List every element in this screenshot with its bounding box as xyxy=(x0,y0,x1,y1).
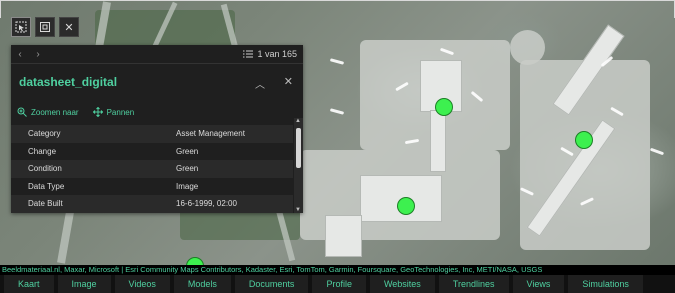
feature-popup: ‹ › 1 van 165 datasheet_digital ︿ ✕ Zoom… xyxy=(11,45,303,213)
close-icon[interactable]: ✕ xyxy=(59,17,79,37)
table-row: Category Asset Management xyxy=(11,125,293,143)
attribute-table: Category Asset Management Change Green Con… xyxy=(11,125,293,213)
tab-kaart[interactable]: Kaart xyxy=(4,275,54,293)
zoom-to-label: Zoomen naar xyxy=(31,107,79,117)
tab-profile[interactable]: Profile xyxy=(312,275,366,293)
zoom-to-button[interactable]: Zoomen naar xyxy=(17,107,79,117)
tab-videos[interactable]: Videos xyxy=(114,275,170,293)
tab-trendlines[interactable]: Trendlines xyxy=(438,275,509,293)
tab-websites[interactable]: Websites xyxy=(369,275,435,293)
popup-nav: ‹ › 1 van 165 xyxy=(11,45,303,64)
bottom-tab-bar: Kaart Image Videos Models Documents Prof… xyxy=(0,275,675,293)
zoom-icon xyxy=(17,107,27,117)
layer-icon[interactable] xyxy=(35,17,55,37)
pan-label: Pannen xyxy=(106,107,135,117)
scroll-up-icon[interactable]: ▲ xyxy=(295,118,301,124)
previous-button[interactable]: ‹ xyxy=(11,49,29,60)
map-marker[interactable] xyxy=(436,99,452,115)
tab-views[interactable]: Views xyxy=(512,275,565,293)
tab-image[interactable]: Image xyxy=(57,275,111,293)
map-marker[interactable] xyxy=(398,198,414,214)
collapse-chevron-icon[interactable]: ︿ xyxy=(255,76,265,91)
map-marker[interactable] xyxy=(187,258,203,265)
popup-title: datasheet_digital xyxy=(19,75,118,89)
table-row: Condition Green xyxy=(11,160,293,178)
map-marker[interactable] xyxy=(576,132,592,148)
scroll-down-icon[interactable]: ▼ xyxy=(295,207,301,213)
pan-button[interactable]: Pannen xyxy=(92,107,135,117)
list-icon[interactable] xyxy=(243,49,254,59)
map-toolbar: ✕ xyxy=(11,17,79,39)
feature-count: 1 van 165 xyxy=(257,49,297,59)
tab-documents[interactable]: Documents xyxy=(234,275,309,293)
tab-models[interactable]: Models xyxy=(173,275,231,293)
select-cursor-icon[interactable] xyxy=(11,17,31,37)
map-frame xyxy=(0,0,675,18)
popup-scrollbar[interactable]: ▲ ▼ xyxy=(294,118,303,213)
table-row: Change Green xyxy=(28,146,199,156)
map-attribution: Beeldmateriaal.nl, Maxar, Microsoft | Es… xyxy=(0,265,675,275)
next-button[interactable]: › xyxy=(29,49,47,60)
popup-close-icon[interactable]: ✕ xyxy=(284,75,293,88)
pan-icon xyxy=(92,107,103,117)
table-row: Data Type Image xyxy=(28,181,199,191)
table-row: Date Built 16-6-1999, 02:00 xyxy=(11,195,293,213)
tab-simulations[interactable]: Simulations xyxy=(568,275,643,293)
scroll-thumb[interactable] xyxy=(296,128,301,168)
